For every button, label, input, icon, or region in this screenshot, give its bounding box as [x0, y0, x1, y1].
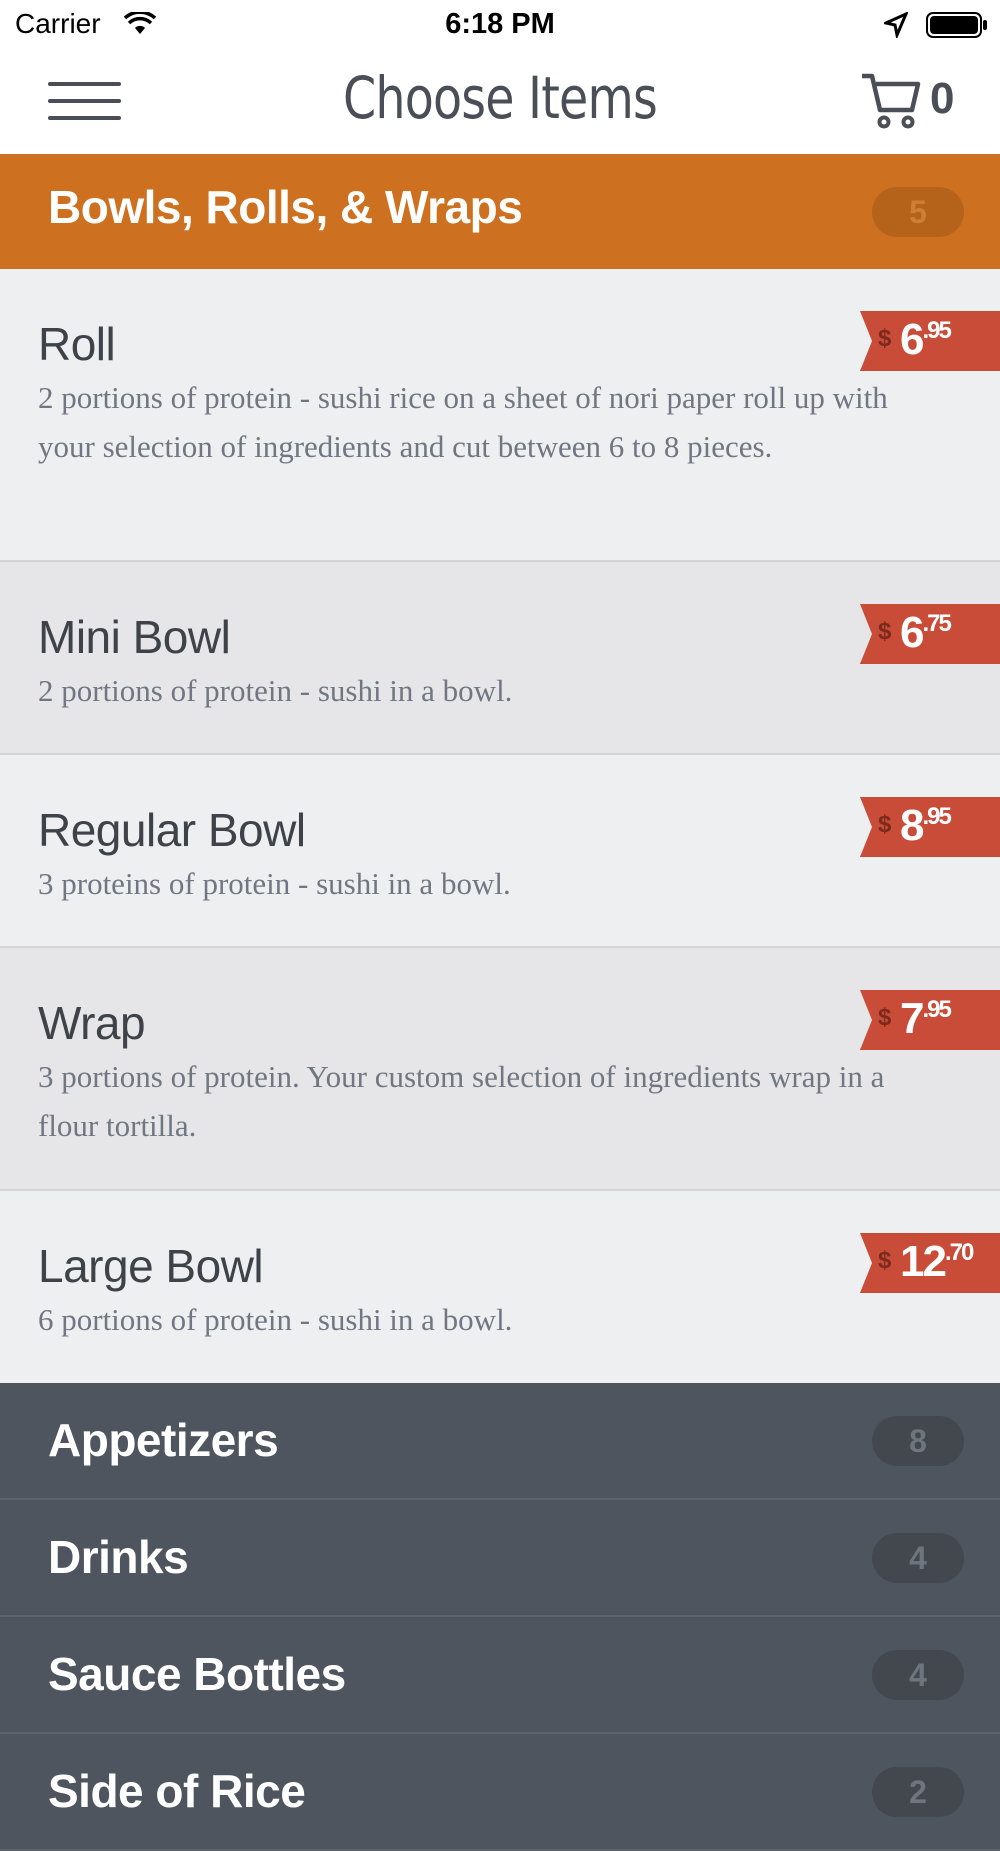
page-title: Choose Items: [343, 64, 658, 132]
currency-symbol: $: [878, 325, 892, 352]
location-arrow-icon: [884, 12, 908, 38]
currency-symbol: $: [878, 618, 892, 645]
item-name: Large Bowl: [38, 1240, 264, 1292]
item-list: Roll 2 portions of protein - sushi rice …: [0, 269, 1000, 1383]
category-count-badge: 2: [872, 1767, 964, 1817]
price-tag[interactable]: $ 8.95: [860, 797, 1000, 857]
item-description: 6 portions of protein - sushi in a bowl.: [38, 1302, 513, 1337]
cart-count: 0: [930, 74, 955, 123]
currency-symbol: $: [878, 811, 892, 838]
menu-item-mini-bowl[interactable]: Mini Bowl 2 portions of protein - sushi …: [0, 562, 1000, 755]
battery-icon: [926, 12, 987, 38]
category-title: Appetizers: [48, 1414, 279, 1466]
item-description: 2 portions of protein - sushi in a bowl.: [38, 673, 513, 708]
price-cents: .95: [922, 803, 951, 830]
price-dollars: 12.70: [900, 1237, 974, 1286]
category-count-badge: 4: [872, 1650, 964, 1700]
price-dollars: 7.95: [900, 994, 952, 1043]
currency-symbol: $: [878, 1004, 892, 1031]
item-name: Roll: [38, 318, 116, 370]
menu-item-regular-bowl[interactable]: Regular Bowl 3 proteins of protein - sus…: [0, 755, 1000, 948]
price-tag[interactable]: $ 6.75: [860, 604, 1000, 664]
price-tag[interactable]: $ 12.70: [860, 1233, 1000, 1293]
item-name: Mini Bowl: [38, 611, 231, 663]
price-cents: .95: [922, 317, 951, 344]
price-tag[interactable]: $ 6.95: [860, 311, 1000, 371]
category-drinks[interactable]: Drinks 4: [0, 1500, 1000, 1617]
status-bar: Carrier 6:18 PM: [0, 0, 1000, 50]
price-tag[interactable]: $ 7.95: [860, 990, 1000, 1050]
category-appetizers[interactable]: Appetizers 8: [0, 1383, 1000, 1500]
cart-icon: [862, 73, 921, 129]
category-title: Side of Rice: [48, 1765, 306, 1817]
category-list: Appetizers 8 Drinks 4 Sauce Bottles 4 Si…: [0, 1383, 1000, 1851]
price-dollars: 8.95: [900, 801, 952, 850]
price-cents: .75: [922, 610, 951, 637]
item-description: 3 portions of protein. Your custom selec…: [38, 1059, 885, 1143]
cart-button[interactable]: 0: [860, 68, 960, 134]
category-title: Drinks: [48, 1531, 189, 1583]
nav-bar: Choose Items 0: [0, 50, 1000, 155]
price-dollars: 6.75: [900, 608, 952, 657]
category-side-of-rice[interactable]: Side of Rice 2: [0, 1734, 1000, 1851]
item-description: 3 proteins of protein - sushi in a bowl.: [38, 866, 511, 901]
price-dollars: 6.95: [900, 315, 952, 364]
menu-item-roll[interactable]: Roll 2 portions of protein - sushi rice …: [0, 269, 1000, 562]
item-name: Wrap: [38, 997, 146, 1049]
category-title: Sauce Bottles: [48, 1648, 346, 1700]
category-count-badge: 8: [872, 1416, 964, 1466]
price-cents: .70: [944, 1239, 974, 1266]
item-description: 2 portions of protein - sushi rice on a …: [38, 380, 888, 464]
clock: 6:18 PM: [445, 8, 555, 40]
section-count-badge: 5: [872, 187, 964, 237]
menu-item-large-bowl[interactable]: Large Bowl 6 portions of protein - sushi…: [0, 1191, 1000, 1383]
section-title: Bowls, Rolls, & Wraps: [48, 181, 523, 233]
section-header-bowls-rolls-wraps[interactable]: Bowls, Rolls, & Wraps 5: [0, 154, 1000, 269]
category-count-badge: 4: [872, 1533, 964, 1583]
menu-item-wrap[interactable]: Wrap 3 portions of protein. Your custom …: [0, 948, 1000, 1191]
currency-symbol: $: [878, 1247, 892, 1274]
price-cents: .95: [922, 996, 951, 1023]
category-sauce-bottles[interactable]: Sauce Bottles 4: [0, 1617, 1000, 1734]
item-name: Regular Bowl: [38, 804, 306, 856]
